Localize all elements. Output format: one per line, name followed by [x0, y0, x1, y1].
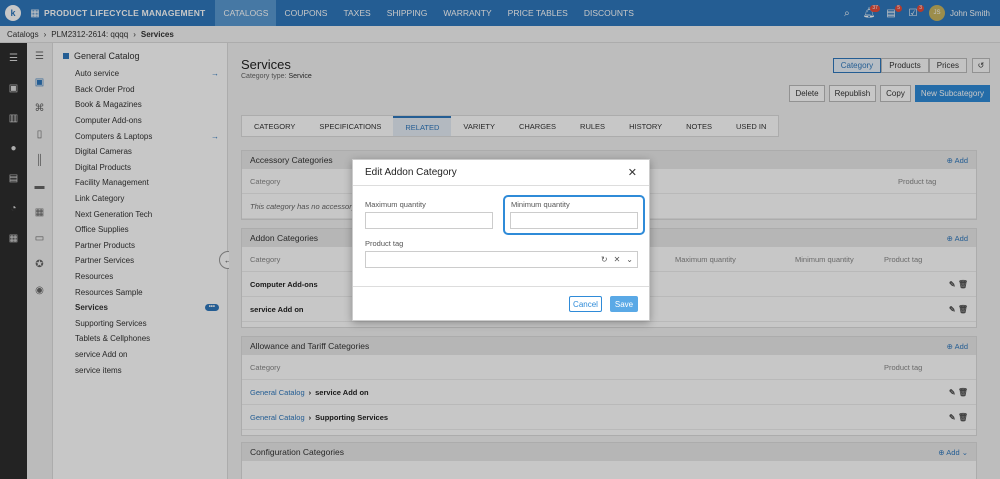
close-icon[interactable]: ✕ [628, 166, 637, 179]
cancel-button[interactable]: Cancel [569, 296, 602, 312]
modal-title: Edit Addon Category [365, 167, 457, 178]
refresh-icon[interactable]: ↻ [601, 255, 608, 264]
max-quantity-input[interactable] [365, 212, 493, 229]
save-button[interactable]: Save [610, 296, 638, 312]
clear-icon[interactable]: ✕ [614, 255, 621, 264]
modal-footer: Cancel Save [353, 286, 649, 322]
product-tag-label: Product tag [365, 239, 404, 248]
chevron-down-icon[interactable]: ⌄ [626, 255, 633, 264]
edit-addon-modal: Edit Addon Category ✕ Maximum quantity Mi… [352, 159, 650, 321]
min-quantity-label: Minimum quantity [511, 200, 570, 209]
product-tag-select[interactable]: ↻ ✕ ⌄ [365, 251, 638, 268]
min-quantity-input[interactable] [510, 212, 638, 229]
max-quantity-label: Maximum quantity [365, 200, 426, 209]
